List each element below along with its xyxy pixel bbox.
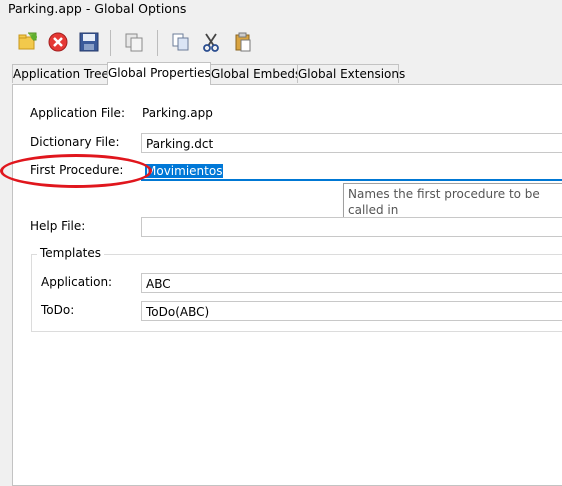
toolbar xyxy=(0,26,562,60)
help-file-field[interactable] xyxy=(141,217,562,237)
paste-icon[interactable] xyxy=(231,30,255,54)
application-file-value: Parking.app xyxy=(142,106,213,120)
templates-group-title: Templates xyxy=(37,246,105,260)
tab-application-tree[interactable]: Application Tree xyxy=(12,64,109,83)
tab-global-extensions[interactable]: Global Extensions xyxy=(297,64,405,83)
template-todo-label: ToDo: xyxy=(41,303,75,317)
copy-icon[interactable] xyxy=(122,30,146,54)
template-todo-field[interactable]: ToDo(ABC) xyxy=(141,301,562,321)
dictionary-file-field[interactable]: Parking.dct xyxy=(141,133,562,153)
help-file-label: Help File: xyxy=(30,219,86,233)
open-folder-icon[interactable] xyxy=(16,30,40,54)
red-annotation-ellipse xyxy=(0,154,152,188)
cut-icon[interactable] xyxy=(199,30,223,54)
template-application-field[interactable]: ABC xyxy=(141,273,562,293)
first-procedure-selected-text: Movimientos xyxy=(145,164,224,178)
first-procedure-field[interactable]: Movimientos xyxy=(141,161,562,181)
tab-global-properties[interactable]: Global Properties xyxy=(107,62,211,85)
tab-strip: Application Tree Global Properties Globa… xyxy=(0,62,562,85)
tab-global-embeds[interactable]: Global Embeds xyxy=(210,64,301,83)
title-bar: Parking.app - Global Options xyxy=(0,0,562,22)
application-file-label: Application File: xyxy=(30,106,125,120)
toolbar-separator xyxy=(157,30,158,56)
first-procedure-tooltip: Names the first procedure to be called i… xyxy=(343,183,562,233)
save-icon[interactable] xyxy=(77,30,101,54)
close-icon[interactable] xyxy=(46,30,70,54)
duplicate-icon[interactable] xyxy=(169,30,193,54)
template-application-label: Application: xyxy=(41,275,113,289)
tooltip-line-1: Names the first procedure to be called i… xyxy=(348,187,540,217)
window-title: Parking.app - Global Options xyxy=(8,1,187,16)
dictionary-file-label: Dictionary File: xyxy=(30,135,120,149)
toolbar-separator xyxy=(110,30,111,56)
